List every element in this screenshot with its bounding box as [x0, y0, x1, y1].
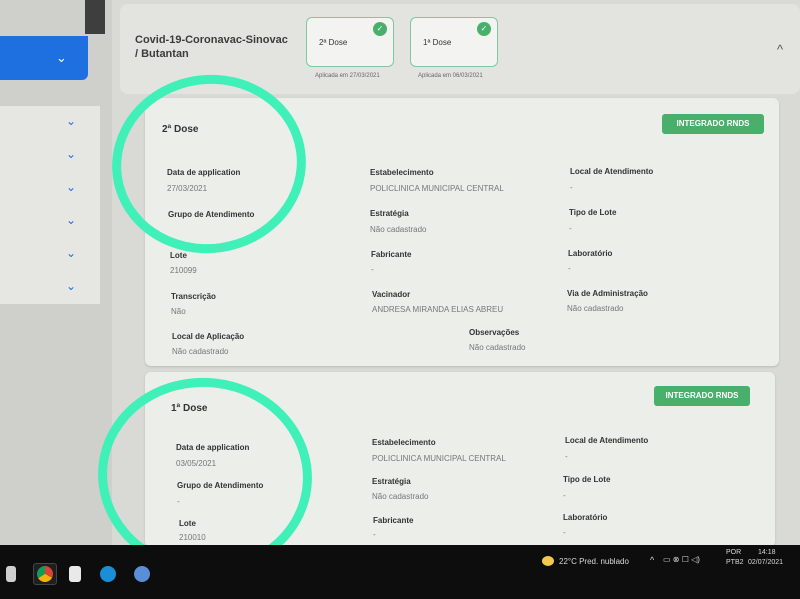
field-label: Laboratório	[563, 513, 608, 522]
field-value: Não cadastrado	[469, 343, 526, 352]
field-value: Não cadastrado	[567, 304, 624, 313]
field-label: Lote	[170, 251, 187, 260]
field-value: -	[563, 528, 566, 537]
field-label: Fabricante	[371, 250, 412, 259]
field-label: Local de Atendimento	[565, 436, 649, 445]
field-value: -	[371, 265, 374, 274]
field-label: Local de Aplicação	[172, 332, 245, 341]
field-label: Fabricante	[373, 516, 414, 525]
field-label: Estratégia	[372, 477, 411, 486]
chevron-down-icon[interactable]: ⌄	[66, 213, 76, 227]
weather-text[interactable]: 22°C Pred. nublado	[559, 557, 629, 566]
field-value: -	[373, 530, 376, 539]
dose-tab-caption: Aplicada em 06/03/2021	[418, 73, 483, 79]
chevron-up-icon[interactable]: ^	[777, 42, 783, 57]
field-value: Não cadastrado	[370, 225, 427, 234]
clock-time[interactable]: 14:18	[758, 549, 776, 556]
field-value: POLICLINICA MUNICIPAL CENTRAL	[370, 184, 504, 193]
window-frame-edge	[85, 0, 105, 34]
chrome-icon[interactable]	[33, 563, 57, 585]
field-label: Observações	[469, 328, 520, 337]
field-value: -	[568, 264, 571, 273]
chevron-down-icon[interactable]: ⌄	[66, 114, 76, 128]
field-value: -	[570, 183, 573, 192]
weather-icon	[542, 556, 554, 566]
language-layout[interactable]: PTB2	[726, 559, 744, 566]
field-value: 210099	[170, 266, 197, 275]
field-value: Não	[171, 307, 186, 316]
field-value: Não cadastrado	[372, 492, 429, 501]
field-value: ANDRESA MIRANDA ELIAS ABREU	[372, 305, 504, 314]
field-label: Tipo de Lote	[563, 475, 611, 484]
field-label: Via de Administração	[567, 289, 648, 298]
chevron-down-icon[interactable]: ⌄	[66, 180, 76, 194]
file-icon[interactable]	[6, 566, 16, 582]
sidebar-menu: ⌄ ⌄ ⌄ ⌄ ⌄ ⌄	[0, 106, 100, 304]
chevron-down-icon[interactable]: ⌄	[66, 279, 76, 293]
edge-icon[interactable]	[100, 566, 116, 582]
field-value: POLICLINICA MUNICIPAL CENTRAL	[372, 454, 506, 463]
field-value: -	[569, 224, 572, 233]
field-label: Laboratório	[568, 249, 613, 258]
sidebar-active-item[interactable]: ⌄	[0, 36, 88, 80]
chevron-down-icon[interactable]: ⌄	[66, 246, 76, 260]
integrado-rnds-badge: INTEGRADO RNDS	[654, 386, 750, 406]
field-label: Estabelecimento	[372, 438, 436, 447]
field-label: Vacinador	[372, 290, 411, 299]
field-label: Tipo de Lote	[569, 208, 617, 217]
dose-tab-1[interactable]: ✓ 1ª Dose	[410, 17, 498, 67]
integrado-rnds-badge: INTEGRADO RNDS	[662, 114, 764, 134]
field-label: Transcrição	[171, 292, 216, 301]
taskbar	[0, 545, 800, 599]
language-indicator[interactable]: POR	[726, 549, 741, 556]
field-value: -	[565, 452, 568, 461]
field-label: Local de Atendimento	[570, 167, 654, 176]
field-label: Estratégia	[370, 209, 409, 218]
field-label: Estabelecimento	[370, 168, 434, 177]
chevron-down-icon: ⌄	[56, 50, 67, 65]
app-icon[interactable]	[134, 566, 150, 582]
vaccine-name: Covid-19-Coronavac-Sinovac / Butantan	[135, 34, 288, 60]
check-icon: ✓	[477, 22, 491, 36]
document-icon[interactable]	[69, 566, 81, 582]
check-icon: ✓	[373, 22, 387, 36]
tray-icons[interactable]: ▭ ⊗ ☐ ◁)	[663, 555, 700, 564]
dose-tab-caption: Aplicada em 27/03/2021	[315, 73, 380, 79]
chevron-down-icon[interactable]: ⌄	[66, 147, 76, 161]
field-value: -	[563, 491, 566, 500]
tray-up-icon[interactable]: ^	[650, 555, 654, 565]
clock-date[interactable]: 02/07/2021	[748, 559, 783, 566]
dose-tab-2[interactable]: ✓ 2ª Dose	[306, 17, 394, 67]
field-value: Não cadastrado	[172, 347, 229, 356]
